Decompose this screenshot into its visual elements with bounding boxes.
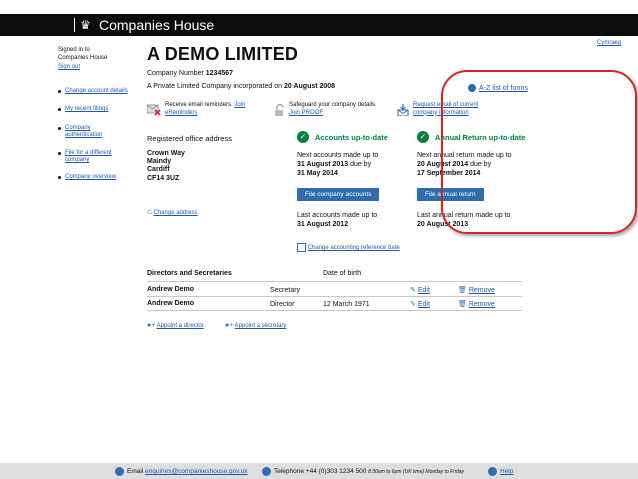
remove-action[interactable]: 🗑 Remove [458, 286, 495, 295]
footer-help[interactable]: Help [488, 467, 513, 476]
sign-out-link[interactable]: Sign out [58, 64, 80, 72]
add-person-icon: ●+ [225, 322, 234, 329]
check-icon: ✓ [417, 131, 429, 143]
sidebar-item-company-overview[interactable]: Company overview [58, 174, 128, 181]
header-separator [74, 18, 75, 32]
change-reference-date-link[interactable]: Change accounting reference date [308, 245, 400, 251]
trash-icon: 🗑 [458, 287, 467, 294]
directors-heading: Directors and Secretaries [147, 270, 232, 277]
accounts-next-line: 31 August 2013 due by [297, 160, 371, 169]
footer-bar: Email enquiries@companieshouse.gov.uk Te… [0, 463, 638, 479]
footer-email-link[interactable]: enquiries@companieshouse.gov.uk [145, 468, 248, 475]
padlock-icon [274, 103, 286, 116]
office-line-4: CF14 3UZ [147, 175, 180, 182]
office-heading: Registered office address [147, 134, 232, 143]
company-name: A DEMO LIMITED [147, 44, 299, 64]
accounts-next-label: Next accounts made up to [297, 152, 379, 159]
edit-link[interactable]: Edit [418, 287, 430, 294]
proof-block: Safeguard your company details. Join PRO… [289, 102, 389, 117]
signed-in-line2: Companies House [58, 55, 108, 61]
trash-icon: 🗑 [458, 301, 467, 308]
appoint-director[interactable]: ●+ Appoint a director [147, 322, 204, 331]
footer-phone-number: +44 (0)303 1234 500 [305, 468, 367, 476]
footer-phone-label: Telephone [274, 468, 304, 476]
director-role: Director [270, 301, 295, 308]
remove-link[interactable]: Remove [469, 301, 495, 308]
edit-action[interactable]: ✎ Edit [410, 300, 430, 309]
incorporation-text: A Private Limited Company incorporated o… [147, 83, 283, 90]
footer-hours: 8:30am to 6pm (UK time) Monday to Friday [368, 469, 465, 476]
brand-title[interactable]: Companies House [99, 17, 214, 33]
accounts-next-date: 31 August 2013 [297, 161, 349, 168]
table-divider [147, 310, 522, 311]
incorporation-date: 20 August 2008 [283, 83, 336, 90]
footer-email-label: Email [127, 468, 144, 476]
phone-icon [262, 467, 271, 476]
edit-link[interactable]: Edit [418, 301, 430, 308]
proof-link[interactable]: Join PROOF [289, 110, 323, 116]
sidebar-nav: Change account details My recent filings… [58, 88, 128, 189]
sidebar-item-label[interactable]: Company authentication [65, 125, 102, 138]
signed-in-line1: Signed in to [58, 47, 90, 53]
sidebar-item-change-account[interactable]: Change account details [58, 88, 128, 95]
table-divider [147, 281, 522, 282]
footer-email: Email enquiries@companieshouse.gov.uk [115, 467, 248, 476]
pencil-icon: ✎ [410, 301, 416, 308]
office-line-3: Cardiff [147, 166, 170, 173]
accounts-due-date: 31 May 2014 [297, 170, 338, 177]
director-role: Secretary [270, 287, 300, 294]
company-number-label: Company Number [147, 70, 204, 77]
accounts-last-date: 31 August 2012 [297, 221, 349, 228]
director-dob: 12 March 1971 [323, 301, 370, 308]
sidebar-item-recent-filings[interactable]: My recent filings [58, 106, 128, 113]
home-icon: ⌂ [147, 207, 152, 216]
accounts-due-by: due by [350, 161, 372, 168]
incorporation-line: A Private Limited Company incorporated o… [147, 82, 335, 91]
director-name: Andrew Demo [147, 300, 195, 307]
check-icon: ✓ [297, 131, 309, 143]
sidebar-item-different-company[interactable]: File for a different company [58, 150, 128, 164]
pencil-icon: ✎ [410, 287, 416, 294]
email-reminder-icon [146, 103, 161, 116]
accounts-status: Accounts up-to-date [315, 133, 388, 142]
edit-action[interactable]: ✎ Edit [410, 286, 430, 295]
sidebar-item-label[interactable]: Change account details [65, 88, 128, 94]
sidebar-item-label[interactable]: My recent filings [65, 106, 108, 112]
add-person-icon: ●+ [147, 322, 156, 329]
dob-header: Date of birth [323, 270, 362, 277]
change-address-link[interactable]: Change address [154, 210, 198, 216]
change-address[interactable]: ⌂ Change address [147, 208, 198, 218]
file-accounts-button[interactable]: File company accounts [297, 188, 380, 201]
header-bar: ♛ Companies House [0, 14, 638, 36]
email-icon [115, 467, 124, 476]
director-name: Andrew Demo [147, 286, 195, 293]
email-reminder-block: Receive email reminders. Join eReminders [165, 102, 265, 117]
language-link[interactable]: Cymraeg [597, 40, 621, 48]
royal-crest-icon: ♛ [80, 18, 91, 32]
email-reminder-text: Receive email reminders. [165, 102, 233, 108]
help-icon [488, 467, 497, 476]
accounts-last-label: Last accounts made up to [297, 212, 378, 219]
proof-text: Safeguard your company details. [289, 102, 377, 108]
highlight-annotation [441, 70, 637, 234]
company-number-line: Company Number 1234567 [147, 69, 233, 78]
footer-phone: Telephone +44 (0)303 1234 500 8:30am to … [262, 467, 464, 476]
calendar-icon [297, 243, 306, 252]
sidebar-item-label[interactable]: File for a different company [65, 150, 112, 163]
remove-link[interactable]: Remove [469, 287, 495, 294]
appoint-secretary[interactable]: ●+ Appoint a secretary [225, 322, 286, 331]
footer-help-link[interactable]: Help [500, 468, 513, 475]
download-email-icon [397, 103, 409, 117]
company-number: 1234567 [205, 70, 234, 77]
table-divider [147, 296, 522, 297]
appoint-director-link[interactable]: Appoint a director [157, 323, 204, 329]
appoint-secretary-link[interactable]: Appoint a secretary [235, 323, 287, 329]
sidebar-item-authentication[interactable]: Company authentication [58, 125, 128, 139]
change-reference-date[interactable]: Change accounting reference date [297, 243, 400, 253]
sidebar-item-label[interactable]: Company overview [65, 174, 116, 180]
remove-action[interactable]: 🗑 Remove [458, 300, 495, 309]
